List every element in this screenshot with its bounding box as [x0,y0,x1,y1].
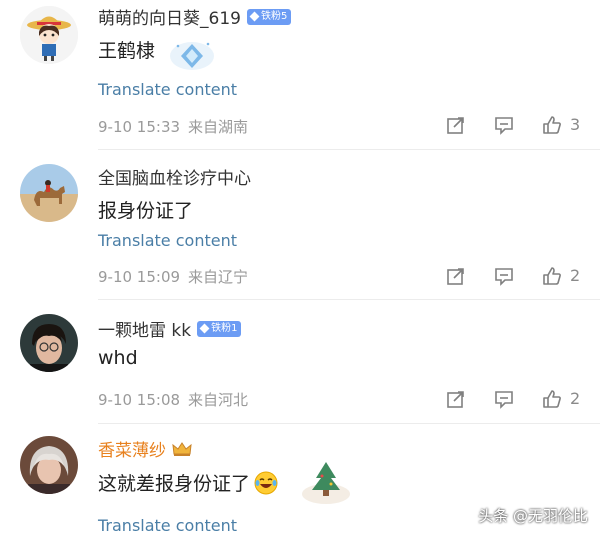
timestamp: 9-10 15:08 [98,391,181,409]
comment-text: 报身份证了 [98,200,194,222]
share-button[interactable] [446,389,466,409]
username-text[interactable]: 萌萌的向日葵_619 [98,4,241,29]
thumbs-up-icon [543,390,561,408]
username[interactable]: 香菜薄纱 [98,436,192,461]
thumbs-up-icon [543,116,561,134]
boy-photo-avatar-icon [20,314,78,372]
share-button[interactable] [446,115,466,135]
comment-button[interactable] [494,266,514,286]
translate-link[interactable]: Translate content [98,231,237,250]
christmas-tree-sticker-icon [302,462,350,504]
translate-link[interactable]: Translate content [98,516,237,535]
like-button[interactable] [542,266,562,286]
diamond-icon [199,323,210,334]
username[interactable]: 萌萌的向日葵_619 铁粉5 [98,4,292,29]
share-button[interactable] [446,266,466,286]
comment-item: 一颗地雷 kk 铁粉1 whd 9-10 15:08 来自河北 2 [0,300,600,424]
comment-item: 全国脑血栓诊疗中心 报身份证了 Translate content 9-10 1… [0,150,600,300]
cartoon-girl-avatar-icon [20,6,78,64]
comment-icon [495,391,513,409]
avatar[interactable] [20,436,78,494]
timestamp: 9-10 15:09 [98,268,181,286]
like-count: 2 [570,389,581,408]
diamond-icon [249,11,260,22]
username[interactable]: 一颗地雷 kk 铁粉1 [98,316,242,341]
comment-meta: 9-10 15:33 来自湖南 [98,116,256,137]
diamond-sticker-icon [170,42,214,70]
share-icon [447,117,464,134]
comment-button[interactable] [494,389,514,409]
share-icon [447,268,464,285]
camel-photo-avatar-icon [20,164,78,222]
comment-icon [495,117,513,135]
avatar[interactable] [20,314,78,372]
username-text[interactable]: 一颗地雷 kk [98,316,191,341]
location: 来自辽宁 [188,268,249,286]
crown-icon [172,441,192,456]
username-text[interactable]: 全国脑血栓诊疗中心 [98,164,251,189]
laughing-tears-emoji-icon [254,471,278,494]
comment-meta: 9-10 15:08 来自河北 [98,389,256,410]
username-text[interactable]: 香菜薄纱 [98,436,166,461]
timestamp: 9-10 15:33 [98,118,181,136]
comment-text: 王鹤棣 [98,40,156,62]
comment-meta: 9-10 15:09 来自辽宁 [98,266,256,287]
elderly-woman-avatar-icon [20,436,78,494]
watermark: 头条 @无羽伦比 [478,507,588,525]
fan-badge: 铁粉1 [197,320,242,337]
translate-link[interactable]: Translate content [98,80,237,99]
comment-text: 这就差报身份证了 [98,469,278,496]
comment-button[interactable] [494,115,514,135]
username[interactable]: 全国脑血栓诊疗中心 [98,164,251,189]
like-count: 3 [570,115,581,134]
comment-text: whd [98,347,138,369]
thumbs-up-icon [543,267,561,285]
fan-badge: 铁粉5 [246,8,292,25]
like-button[interactable] [542,115,562,135]
avatar[interactable] [20,6,78,64]
avatar[interactable] [20,164,78,222]
comment-icon [495,268,513,286]
comment-item: 萌萌的向日葵_619 铁粉5 王鹤棣 Translate content 9-1… [0,0,600,150]
like-count: 2 [570,266,581,285]
location: 来自河北 [188,391,249,409]
like-button[interactable] [542,389,562,409]
share-icon [447,391,464,408]
location: 来自湖南 [188,118,249,136]
